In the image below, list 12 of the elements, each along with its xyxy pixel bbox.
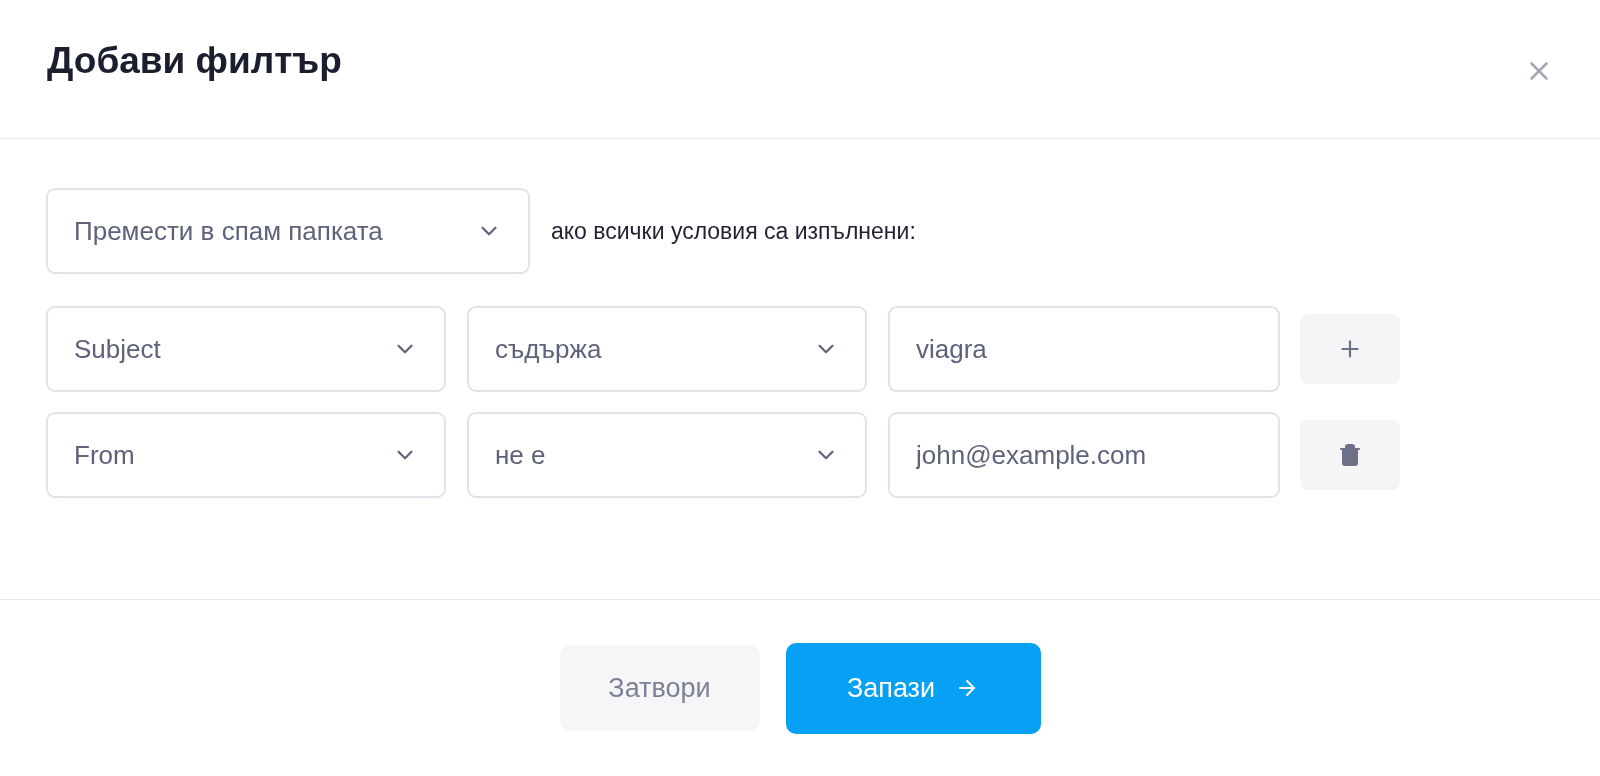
condition-text: ако всички условия са изпълнени: <box>551 217 916 245</box>
value-field[interactable]: viagra <box>888 306 1280 392</box>
value-field[interactable]: john@example.com <box>888 412 1280 498</box>
action-select[interactable]: Премести в спам папката <box>46 188 530 274</box>
field-select[interactable]: From <box>46 412 446 498</box>
field-select[interactable]: Subject <box>46 306 446 392</box>
trash-icon <box>1338 443 1362 467</box>
close-button[interactable]: Затвори <box>559 645 760 731</box>
dialog-title: Добави филтър <box>47 40 342 82</box>
operator-select[interactable]: не е <box>467 412 867 498</box>
operator-select[interactable]: съдържа <box>467 306 867 392</box>
delete-condition-button[interactable] <box>1300 420 1400 490</box>
